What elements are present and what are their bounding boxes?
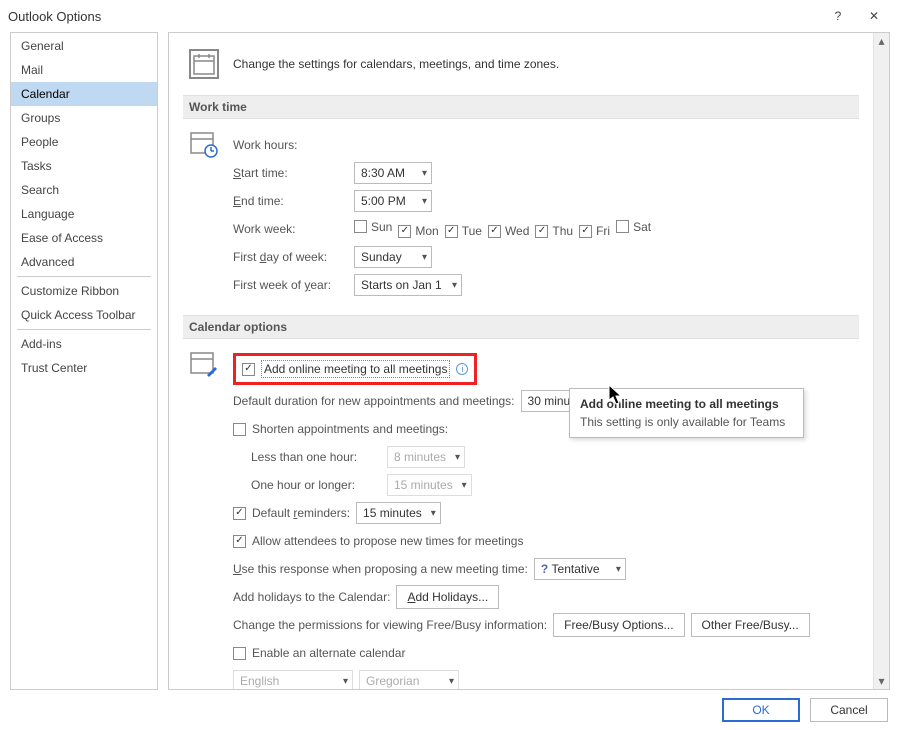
default-reminders-checkbox[interactable] (233, 507, 246, 520)
calendar-options-icon (189, 349, 219, 379)
day-checkbox-thu[interactable] (535, 225, 548, 238)
freebusy-label: Change the permissions for viewing Free/… (233, 618, 547, 632)
sidebar-item-customize-ribbon[interactable]: Customize Ribbon (11, 279, 157, 303)
tooltip-body: This setting is only available for Teams (580, 415, 793, 429)
day-label: Mon (415, 224, 438, 238)
shorten-appointments-label: Shorten appointments and meetings: (252, 422, 448, 436)
day-label: Thu (552, 224, 573, 238)
alt-calendar-type-select: Gregorian (359, 670, 459, 689)
vertical-scrollbar[interactable]: ▴ ▾ (873, 33, 889, 689)
scroll-down-icon[interactable]: ▾ (874, 673, 889, 689)
add-holidays-button[interactable]: Add Holidays... (396, 585, 499, 609)
allow-propose-checkbox[interactable] (233, 535, 246, 548)
day-label: Sat (633, 220, 651, 234)
default-reminders-select[interactable]: 15 minutes (356, 502, 441, 524)
day-label: Tue (462, 224, 482, 238)
day-checkbox-mon[interactable] (398, 225, 411, 238)
sidebar-item-quick-access-toolbar[interactable]: Quick Access Toolbar (11, 303, 157, 327)
dialog-footer: OK Cancel (0, 690, 900, 730)
work-hours-label: Work hours: (233, 138, 297, 152)
add-online-meeting-checkbox[interactable] (242, 363, 255, 376)
propose-response-select[interactable]: ? Tentative (534, 558, 626, 580)
shorten-appointments-checkbox[interactable] (233, 423, 246, 436)
add-online-meeting-label: Add online meeting to all meetings (261, 360, 450, 378)
work-week-label: Work week: (233, 222, 348, 236)
sidebar-item-add-ins[interactable]: Add-ins (11, 332, 157, 356)
enable-alternate-calendar-label: Enable an alternate calendar (252, 646, 405, 660)
day-checkbox-sun[interactable] (354, 220, 367, 233)
freebusy-options-button[interactable]: Free/Busy Options... (553, 613, 684, 637)
calendar-intro-icon (189, 49, 219, 79)
work-time-header: Work time (183, 95, 859, 119)
one-hour-or-longer-label: One hour or longer: (251, 478, 381, 492)
day-checkbox-fri[interactable] (579, 225, 592, 238)
sidebar-item-groups[interactable]: Groups (11, 106, 157, 130)
scroll-up-icon[interactable]: ▴ (874, 33, 889, 49)
close-button[interactable]: ✕ (856, 4, 892, 28)
first-day-label: First day of week: (233, 250, 348, 264)
first-day-select[interactable]: Sunday (354, 246, 432, 268)
highlight-annotation: Add online meeting to all meetings i (233, 353, 477, 385)
window-title: Outlook Options (8, 9, 820, 24)
sidebar-item-search[interactable]: Search (11, 178, 157, 202)
end-time-select[interactable]: 5:00 PM (354, 190, 432, 212)
start-time-label: Start time: (233, 166, 348, 180)
alt-calendar-language-select: English (233, 670, 353, 689)
end-time-label: End time: (233, 194, 348, 208)
category-sidebar: General Mail Calendar Groups People Task… (10, 32, 158, 690)
ok-button[interactable]: OK (722, 698, 800, 722)
day-label: Fri (596, 224, 610, 238)
info-tooltip: Add online meeting to all meetings This … (569, 388, 804, 438)
work-time-icon (189, 129, 219, 159)
less-than-hour-label: Less than one hour: (251, 450, 381, 464)
sidebar-item-tasks[interactable]: Tasks (11, 154, 157, 178)
default-reminders-label: Default reminders: (252, 506, 350, 520)
help-button[interactable]: ? (820, 4, 856, 28)
tooltip-title: Add online meeting to all meetings (580, 397, 793, 411)
day-checkbox-wed[interactable] (488, 225, 501, 238)
first-week-select[interactable]: Starts on Jan 1 (354, 274, 462, 296)
calendar-options-header: Calendar options (183, 315, 859, 339)
day-checkbox-sat[interactable] (616, 220, 629, 233)
intro-text: Change the settings for calendars, meeti… (233, 57, 559, 71)
day-checkbox-tue[interactable] (445, 225, 458, 238)
sidebar-item-trust-center[interactable]: Trust Center (11, 356, 157, 380)
sidebar-item-calendar[interactable]: Calendar (11, 82, 157, 106)
sidebar-item-advanced[interactable]: Advanced (11, 250, 157, 274)
sidebar-item-mail[interactable]: Mail (11, 58, 157, 82)
main-panel: ▴ ▾ Change the settings for calendars, m… (168, 32, 890, 690)
day-label: Wed (505, 224, 529, 238)
less-than-hour-select: 8 minutes (387, 446, 465, 468)
one-hour-or-longer-select: 15 minutes (387, 474, 472, 496)
allow-propose-label: Allow attendees to propose new times for… (252, 534, 523, 548)
propose-response-label: Use this response when proposing a new m… (233, 562, 528, 576)
sidebar-item-ease-of-access[interactable]: Ease of Access (11, 226, 157, 250)
window-titlebar: Outlook Options ? ✕ (0, 0, 900, 32)
add-holidays-label: Add holidays to the Calendar: (233, 590, 390, 604)
first-week-label: First week of year: (233, 278, 348, 292)
enable-alternate-calendar-checkbox[interactable] (233, 647, 246, 660)
cancel-button[interactable]: Cancel (810, 698, 888, 722)
info-icon[interactable]: i (456, 363, 468, 375)
sidebar-item-general[interactable]: General (11, 34, 157, 58)
day-label: Sun (371, 220, 392, 234)
other-freebusy-button[interactable]: Other Free/Busy... (691, 613, 810, 637)
sidebar-item-language[interactable]: Language (11, 202, 157, 226)
default-duration-label: Default duration for new appointments an… (233, 394, 515, 408)
start-time-select[interactable]: 8:30 AM (354, 162, 432, 184)
sidebar-item-people[interactable]: People (11, 130, 157, 154)
